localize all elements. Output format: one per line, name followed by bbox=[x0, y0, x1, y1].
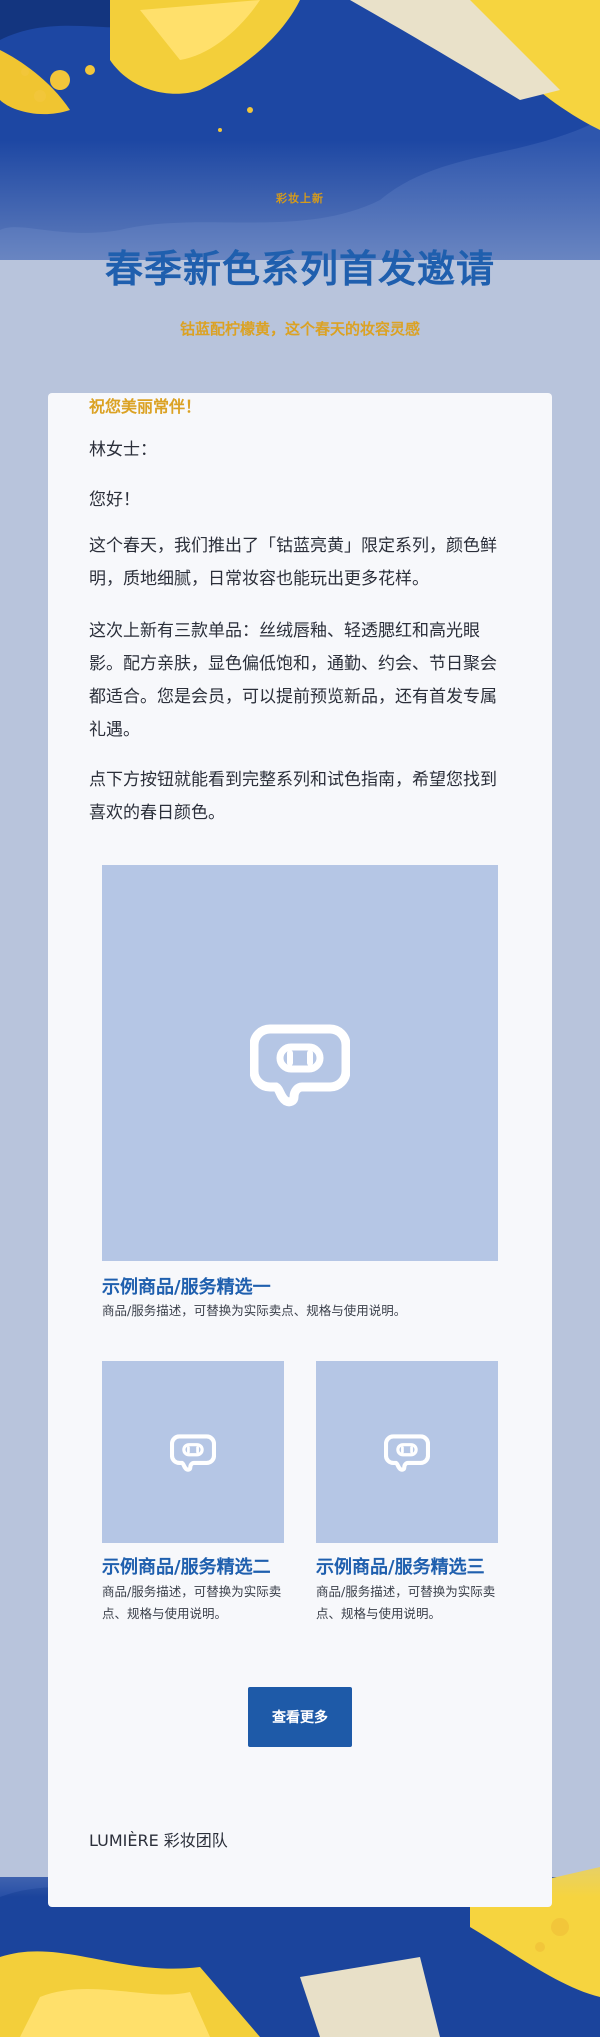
salutation: 林女士： bbox=[89, 440, 157, 460]
product-image-3[interactable] bbox=[316, 1361, 498, 1543]
product-desc-1: 商品/服务描述，可替换为实际卖点、规格与使用说明。 bbox=[102, 1303, 407, 1318]
image-placeholder-icon bbox=[170, 1434, 216, 1472]
greeting: 您好！ bbox=[89, 490, 140, 510]
image-placeholder-icon bbox=[384, 1434, 430, 1472]
product-title-3[interactable]: 示例商品/服务精选三 bbox=[316, 1553, 485, 1579]
page-title: 春季新色系列首发邀请 bbox=[104, 247, 495, 291]
page-subtitle: 钴蓝配柠檬黄，这个春天的妆容灵感 bbox=[179, 320, 420, 338]
product-desc-3: 商品/服务描述，可替换为实际卖点、规格与使用说明。 bbox=[316, 1584, 496, 1621]
product-image-1[interactable] bbox=[102, 865, 498, 1261]
products-paragraph: 这次上新有三款单品：丝绒唇釉、轻透腮红和高光眼影。配方亲肤，显色偏低饱和，通勤、… bbox=[89, 621, 497, 740]
email-page: 彩妆上新 春季新色系列首发邀请 钴蓝配柠檬黄，这个春天的妆容灵感 林女士： 您好… bbox=[0, 0, 600, 2037]
product-image-2[interactable] bbox=[102, 1361, 284, 1543]
view-more-button[interactable]: 查看更多 bbox=[248, 1687, 352, 1747]
closing-wish: 祝您美丽常伴！ bbox=[89, 397, 202, 416]
signature: LUMIÈRE 彩妆团队 bbox=[89, 1831, 228, 1850]
product-desc-2: 商品/服务描述，可替换为实际卖点、规格与使用说明。 bbox=[102, 1584, 282, 1621]
image-placeholder-icon bbox=[250, 1024, 350, 1107]
intro-paragraph: 这个春天，我们推出了「钴蓝亮黄」限定系列，颜色鲜明，质地细腻，日常妆容也能玩出更… bbox=[89, 536, 497, 589]
product-title-2[interactable]: 示例商品/服务精选二 bbox=[102, 1553, 271, 1579]
letter-card: 林女士： 您好！ 这个春天，我们推出了「钴蓝亮黄」限定系列，颜色鲜明，质地细腻，… bbox=[48, 393, 552, 1907]
product-title-1[interactable]: 示例商品/服务精选一 bbox=[102, 1273, 271, 1299]
cta-paragraph: 点下方按钮就能看到完整系列和试色指南，希望您找到喜欢的春日颜色。 bbox=[89, 770, 497, 823]
header-tagline: 彩妆上新 bbox=[276, 192, 324, 205]
